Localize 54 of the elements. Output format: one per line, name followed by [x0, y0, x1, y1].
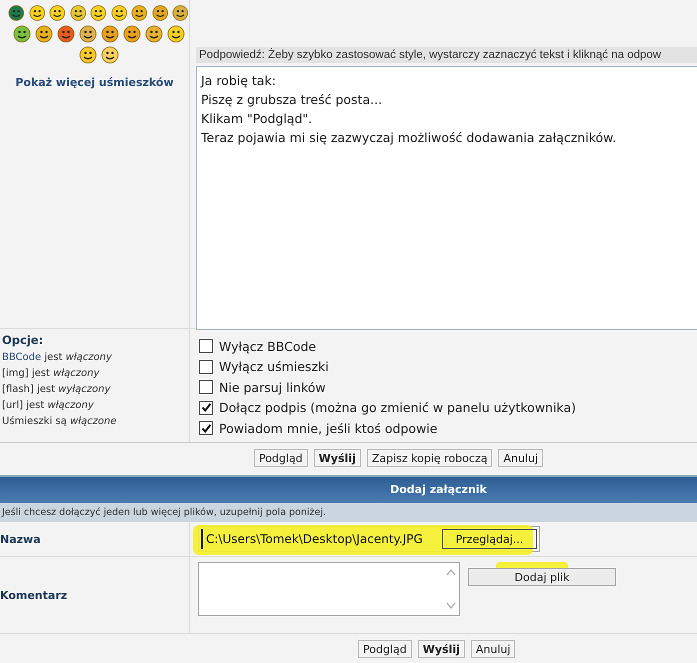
checkbox[interactable]: [199, 380, 213, 394]
form-button[interactable]: Anuluj: [470, 640, 516, 658]
form-button[interactable]: Anuluj: [498, 449, 544, 467]
comment-field[interactable]: [198, 562, 460, 616]
option-status: Uśmieszki są włączone: [2, 416, 118, 427]
message-textarea[interactable]: Ja robię tak: Piszę z grubsza treść posta... Klikam "Podgląd". Teraz pojawia mi się zazwyczaj możliwość dodawania załączników.: [196, 66, 697, 330]
options-title: Opcje:: [2, 333, 44, 347]
checkbox-label: Dołącz podpis (można go zmienić w panelu użytkownika): [219, 400, 576, 416]
smiley-icon[interactable]: [34, 25, 52, 43]
option-status: [img] jest włączony: [2, 368, 100, 379]
smiley-icon[interactable]: [78, 25, 96, 43]
checkbox[interactable]: [199, 360, 213, 374]
smiley-icon[interactable]: [56, 25, 74, 43]
smiley-icon[interactable]: [100, 46, 118, 64]
option-status: BBCode jest włączony: [2, 352, 113, 363]
checkbox-label: Powiadom mnie, jeśli ktoś odpowie: [219, 420, 438, 436]
smiley-icon[interactable]: [28, 4, 46, 22]
browse-button[interactable]: Przeglądaj...: [442, 529, 537, 549]
smiley-icon[interactable]: [70, 4, 86, 22]
checkbox[interactable]: [199, 421, 213, 436]
form-button[interactable]: Podgląd: [254, 449, 308, 467]
smiley-icon[interactable]: [78, 46, 96, 64]
option-status: [url] jest włączony: [2, 400, 95, 411]
smiley-icon[interactable]: [152, 4, 168, 22]
smiley-icon[interactable]: [90, 4, 107, 22]
more-smileys-link[interactable]: Pokaż więcej uśmieszków: [0, 76, 189, 89]
bbcode-link[interactable]: BBCode: [2, 352, 42, 363]
form-button[interactable]: Podgląd: [358, 640, 412, 658]
smiley-icon[interactable]: [131, 4, 148, 22]
smiley-icon[interactable]: [166, 25, 184, 43]
field-label: Komentarz: [0, 588, 68, 602]
hint-bar: Podpowiedź: Żeby szybko zastosować style, wystarczy zaznaczyć tekst i kliknąć na odpow: [196, 47, 697, 63]
option-status: [flash] jest wyłączony: [2, 384, 112, 395]
file-path-field[interactable]: C:\Users\Tomek\Desktop\Jacenty.JPG: [201, 529, 442, 549]
smiley-icon[interactable]: [110, 4, 128, 22]
checkbox[interactable]: [199, 339, 213, 354]
checkbox-label: Wyłącz BBCode: [219, 338, 316, 354]
smiley-icon[interactable]: [49, 4, 66, 22]
smiley-icon[interactable]: [12, 25, 30, 43]
smiley-icon[interactable]: [100, 25, 118, 43]
checkbox-label: Nie parsuj linków: [219, 380, 326, 395]
smiley-icon[interactable]: [8, 4, 25, 22]
add-file-button[interactable]: Dodaj plik: [468, 568, 616, 586]
submit-button[interactable]: Wyślij: [418, 640, 465, 658]
attachment-info: Jeśli chcesz dołączyć jeden lub więcej plików, uzupełnij pola poniżej.: [0, 503, 697, 522]
smiley-icon[interactable]: [172, 4, 190, 22]
smiley-icon[interactable]: [144, 25, 162, 43]
form-button[interactable]: Zapisz kopię roboczą: [366, 449, 492, 467]
checkbox[interactable]: [199, 400, 213, 415]
checkbox-label: Wyłącz uśmieszki: [219, 359, 329, 374]
field-label: Nazwa: [0, 532, 41, 546]
smiley-icon[interactable]: [122, 25, 140, 43]
attachment-header: Dodaj załącznik: [0, 475, 697, 503]
submit-button[interactable]: Wyślij: [314, 449, 361, 467]
